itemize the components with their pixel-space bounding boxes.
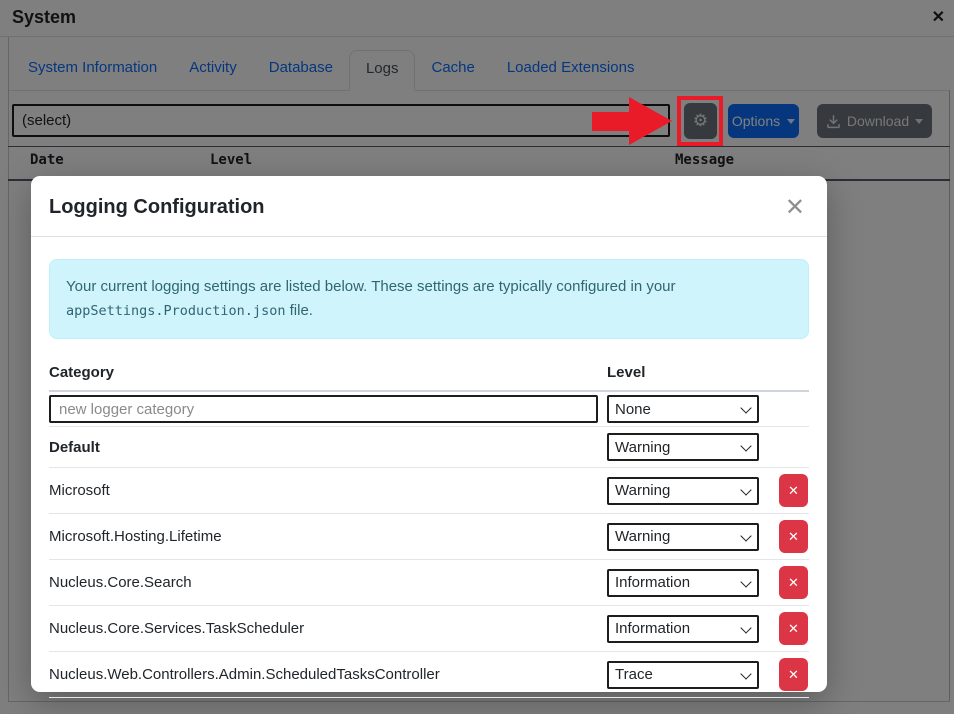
new-logger-category-cell [49,395,607,423]
info-alert-text: Your current logging settings are listed… [66,278,676,295]
logger-level-select[interactable]: Warning [607,523,759,551]
logger-row: Nucleus.Web.Controllers.Admin.ScheduledT… [49,652,809,698]
new-logger-level-wrap: None [607,395,759,423]
delete-logger-button[interactable]: ✕ [779,612,808,645]
logger-row: Microsoft Warning ✕ [49,468,809,514]
logger-category: Nucleus.Core.Services.TaskScheduler [49,620,607,637]
logger-table-header: Category Level [49,364,809,392]
logger-category: Microsoft.Hosting.Lifetime [49,528,607,545]
logger-category: Microsoft [49,482,607,499]
modal-close-icon[interactable]: ✕ [785,198,805,218]
delete-logger-button[interactable]: ✕ [779,566,808,599]
annotation-highlight-box [677,96,723,146]
logger-level-select[interactable]: Warning [607,477,759,505]
delete-icon: ✕ [788,667,799,683]
logger-category: Default [49,439,607,456]
logger-level-wrap: Information [607,615,759,643]
delete-icon: ✕ [788,483,799,499]
logger-category: Nucleus.Web.Controllers.Admin.ScheduledT… [49,666,607,683]
delete-logger-button[interactable]: ✕ [779,474,808,507]
logger-row: Nucleus.Core.Services.TaskScheduler Info… [49,606,809,652]
level-column-header: Level [607,364,645,381]
modal-title: Logging Configuration [49,196,265,219]
logger-level-wrap: Warning [607,523,759,551]
info-alert: Your current logging settings are listed… [49,259,809,339]
logger-level-select[interactable]: Warning [607,433,759,461]
delete-icon: ✕ [788,529,799,545]
delete-logger-button[interactable]: ✕ [779,658,808,691]
logger-level-select[interactable]: Information [607,569,759,597]
new-logger-row: None [49,392,809,427]
modal-header: Logging Configuration ✕ [31,176,827,237]
annotation-arrow [592,112,632,131]
info-alert-code: appSettings.Production.json [66,303,285,319]
logger-row: Default Warning [49,427,809,468]
logger-level-wrap: Trace [607,661,759,689]
modal-body: Your current logging settings are listed… [31,237,827,698]
delete-icon: ✕ [788,621,799,637]
logger-category: Nucleus.Core.Search [49,574,607,591]
logger-row: Microsoft.Hosting.Lifetime Warning ✕ [49,514,809,560]
logger-level-wrap: Warning [607,433,759,461]
info-alert-suffix: file. [290,302,313,319]
new-logger-category-input[interactable] [49,395,598,423]
logger-row: Nucleus.Core.Search Information ✕ [49,560,809,606]
logger-level-select[interactable]: Trace [607,661,759,689]
logger-level-select[interactable]: Information [607,615,759,643]
annotation-arrow-head-icon [629,97,672,145]
logger-level-wrap: Information [607,569,759,597]
logger-level-wrap: Warning [607,477,759,505]
new-logger-level-select[interactable]: None [607,395,759,423]
delete-logger-button[interactable]: ✕ [779,520,808,553]
delete-icon: ✕ [788,575,799,591]
logger-rows: Default Warning Microsoft Warning ✕ Micr… [49,427,809,698]
category-column-header: Category [49,364,607,381]
screen: System ✕ System InformationActivityDatab… [0,0,954,714]
logging-configuration-modal: Logging Configuration ✕ Your current log… [31,176,827,692]
